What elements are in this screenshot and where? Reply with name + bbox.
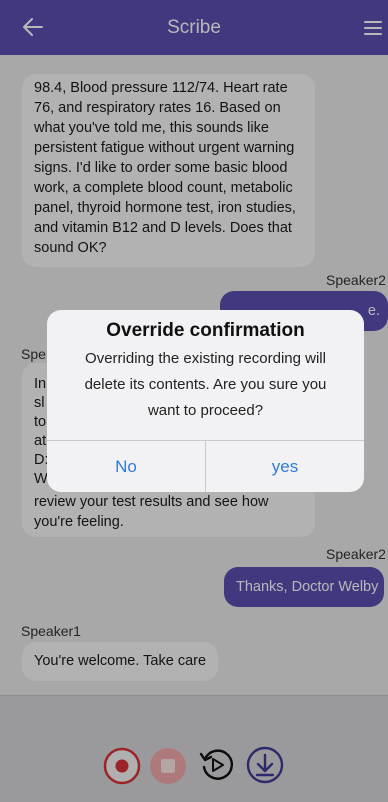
dialog-message: Overriding the existing recording will d… <box>63 346 348 424</box>
override-confirmation-dialog: Override confirmation Overriding the exi… <box>47 310 364 492</box>
dialog-message-line: delete its contents. Are you sure you <box>84 376 327 393</box>
dialog-title: Override confirmation <box>106 320 305 341</box>
no-button[interactable]: No <box>47 441 206 492</box>
dialog-message-line: Overriding the existing recording will <box>85 350 326 367</box>
dialog-actions: No yes <box>47 440 364 492</box>
dialog-message-line: want to proceed? <box>147 402 264 419</box>
yes-button[interactable]: yes <box>206 441 364 492</box>
